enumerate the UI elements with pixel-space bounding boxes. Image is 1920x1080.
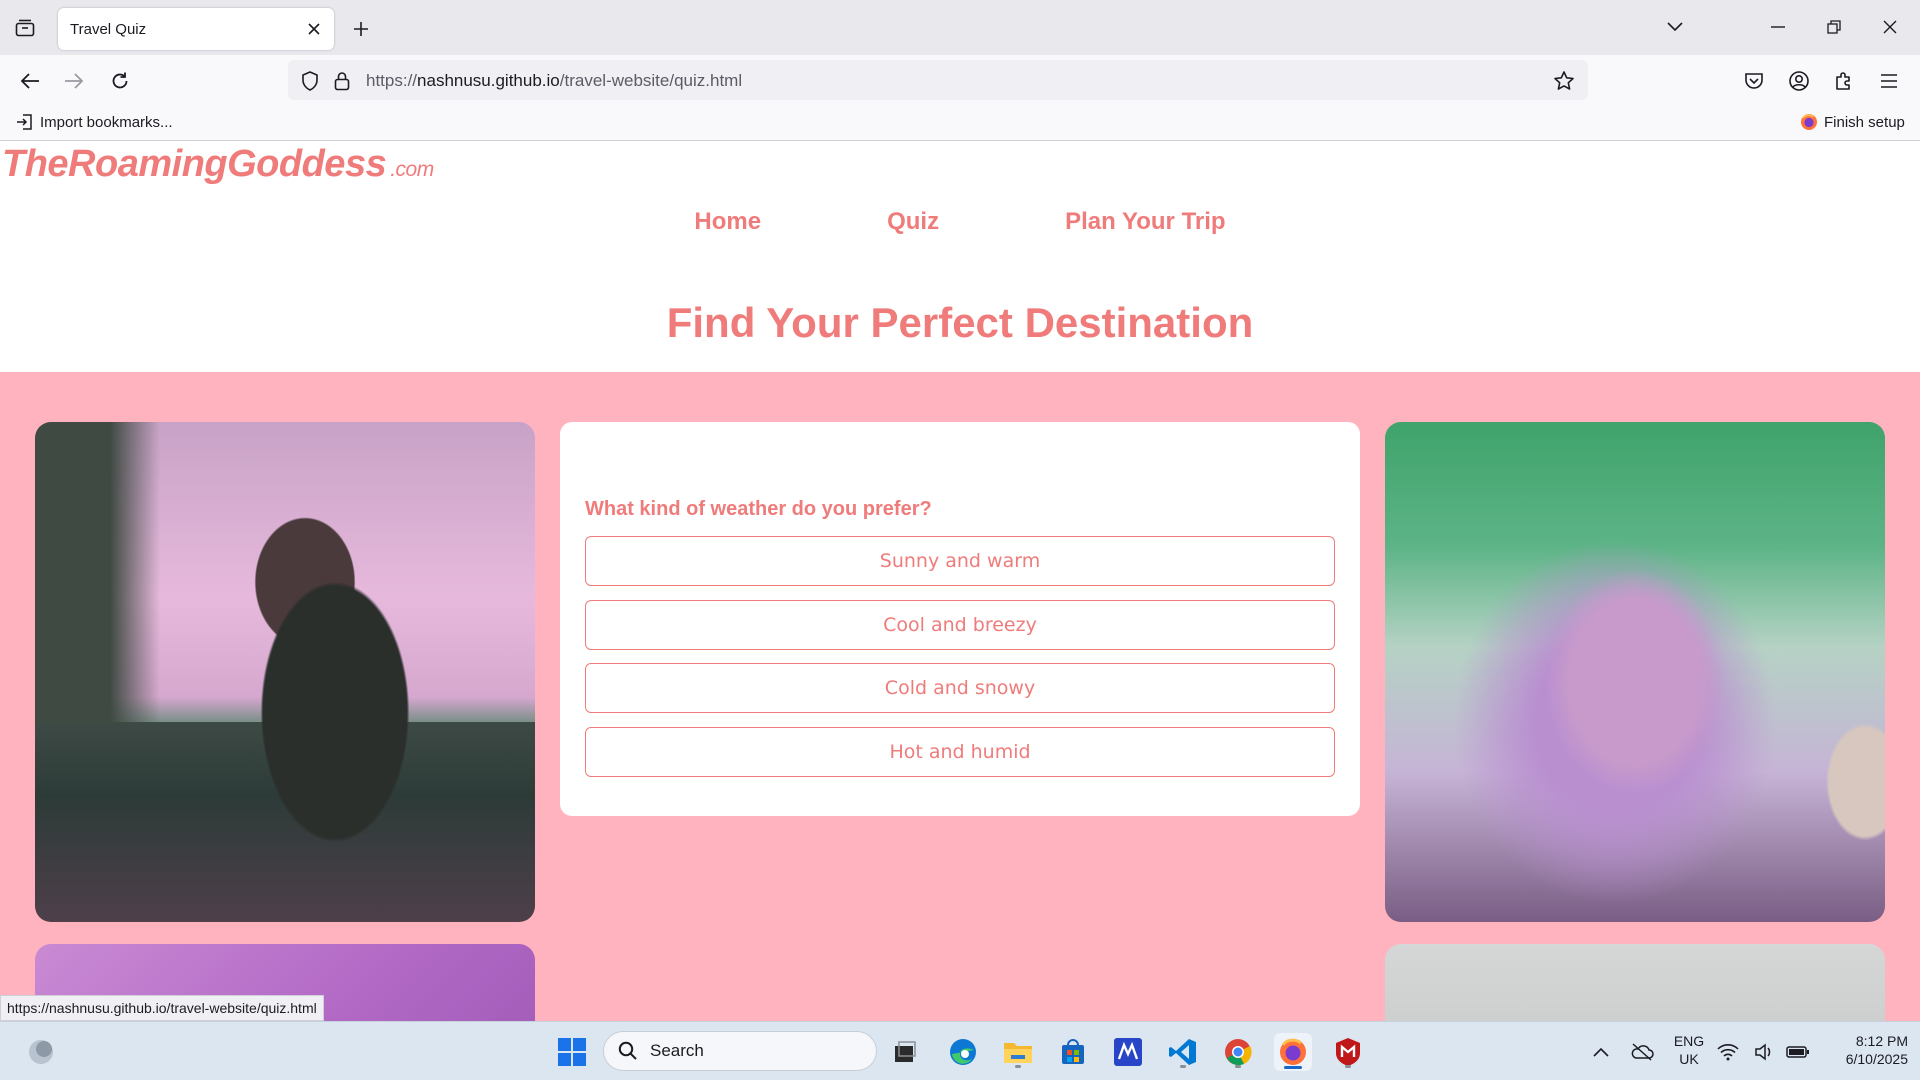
list-all-tabs-icon[interactable]: [1657, 12, 1693, 42]
logo-text: TheRoamingGoddess: [2, 143, 387, 185]
close-window-icon[interactable]: [1872, 12, 1908, 42]
reload-icon[interactable]: [104, 65, 136, 97]
address-bar[interactable]: https://nashnusu.github.io/travel-websit…: [288, 60, 1588, 100]
app-m-icon[interactable]: [1109, 1033, 1147, 1071]
search-placeholder: Search: [650, 1041, 704, 1060]
tab-bar: Travel Quiz: [0, 0, 1920, 55]
finish-setup-label: Finish setup: [1824, 113, 1905, 131]
clock-date: 6/10/2025: [1845, 1051, 1908, 1067]
quiz-section: What kind of weather do you prefer? Sunn…: [0, 372, 1920, 1021]
task-view-icon[interactable]: [886, 1033, 924, 1071]
chrome-icon[interactable]: [1219, 1033, 1257, 1071]
start-icon[interactable]: [553, 1033, 591, 1071]
site-logo[interactable]: TheRoamingGoddess .com: [2, 143, 434, 186]
search-icon: [618, 1041, 637, 1060]
minimize-icon[interactable]: [1760, 12, 1796, 42]
active-indicator: [1284, 1066, 1302, 1069]
active-tab[interactable]: Travel Quiz: [58, 8, 334, 50]
shield-icon[interactable]: [298, 69, 322, 93]
option-sunny-warm-button[interactable]: Sunny and warm: [585, 536, 1335, 586]
running-indicator: [1015, 1065, 1021, 1068]
page-title: Find Your Perfect Destination: [666, 299, 1254, 346]
photo-color-festival: [1385, 422, 1885, 922]
photo-grey: [1385, 944, 1885, 1021]
running-indicator: [1180, 1065, 1186, 1068]
firefox-taskbar-icon[interactable]: [1274, 1033, 1312, 1071]
url-host: nashnusu.github.io: [417, 71, 560, 90]
quiz-question: What kind of weather do you prefer?: [585, 498, 932, 520]
forward-arrow-icon[interactable]: [58, 65, 90, 97]
quiz-card: What kind of weather do you prefer? Sunn…: [560, 422, 1360, 816]
taskbar-search-input[interactable]: Search: [603, 1031, 877, 1071]
onedrive-offline-icon[interactable]: [1623, 1033, 1661, 1071]
language-code: ENG: [1673, 1033, 1705, 1049]
running-indicator: [1345, 1065, 1351, 1068]
nav-quiz-link[interactable]: Quiz: [887, 208, 939, 236]
firefox-icon: [1801, 114, 1817, 130]
option-hot-humid-button[interactable]: Hot and humid: [585, 727, 1335, 777]
running-indicator: [1235, 1065, 1241, 1068]
battery-icon[interactable]: [1784, 1033, 1812, 1071]
import-bookmarks-item[interactable]: Import bookmarks...: [16, 113, 173, 131]
nav-plan-trip-link[interactable]: Plan Your Trip: [1065, 208, 1225, 236]
import-icon: [17, 114, 32, 130]
nav-home-link[interactable]: Home: [694, 208, 761, 236]
logo-suffix: .com: [390, 158, 434, 181]
pocket-icon[interactable]: [1738, 65, 1770, 97]
option-cold-snowy-button[interactable]: Cold and snowy: [585, 663, 1335, 713]
clock[interactable]: 8:12 PM 6/10/2025: [1822, 1032, 1908, 1068]
taskbar: Search ENG UK 8:12 PM 6/10/2025: [0, 1021, 1920, 1080]
keyboard-layout: UK: [1679, 1051, 1699, 1067]
volume-icon[interactable]: [1752, 1033, 1776, 1071]
show-hidden-icons-icon[interactable]: [1582, 1033, 1620, 1071]
edge-icon[interactable]: [944, 1033, 982, 1071]
file-explorer-icon[interactable]: [999, 1033, 1037, 1071]
widgets-icon[interactable]: [22, 1033, 60, 1071]
url-text[interactable]: https://nashnusu.github.io/travel-websit…: [366, 71, 742, 91]
import-bookmarks-label: Import bookmarks...: [40, 113, 173, 131]
back-arrow-icon[interactable]: [14, 65, 46, 97]
restore-icon[interactable]: [1816, 12, 1852, 42]
bookmarks-toolbar: Import bookmarks... Finish setup: [0, 106, 1920, 141]
tab-list-icon[interactable]: [10, 14, 40, 42]
menu-icon[interactable]: [1873, 65, 1905, 97]
clock-time: 8:12 PM: [1855, 1033, 1908, 1049]
mcafee-icon[interactable]: [1329, 1033, 1367, 1071]
new-tab-icon[interactable]: [346, 14, 376, 44]
web-page: TheRoamingGoddess .com Home Quiz Plan You…: [0, 141, 1920, 1021]
navigation-toolbar: https://nashnusu.github.io/travel-websit…: [0, 55, 1920, 106]
tab-title: Travel Quiz: [70, 20, 147, 38]
url-path: /travel-website/quiz.html: [559, 71, 743, 90]
url-prefix: https://: [366, 71, 418, 90]
site-nav: Home Quiz Plan Your Trip: [0, 208, 1920, 236]
close-tab-icon[interactable]: [302, 17, 326, 41]
wifi-icon[interactable]: [1716, 1033, 1740, 1071]
option-cool-breezy-button[interactable]: Cool and breezy: [585, 600, 1335, 650]
lock-icon[interactable]: [330, 69, 354, 93]
store-icon[interactable]: [1054, 1033, 1092, 1071]
account-icon[interactable]: [1783, 65, 1815, 97]
extensions-icon[interactable]: [1828, 65, 1860, 97]
status-url-tooltip: https://nashnusu.github.io/travel-websit…: [0, 995, 324, 1021]
finish-setup-item[interactable]: Finish setup: [1800, 113, 1905, 131]
photo-woman-coast: [35, 422, 535, 922]
vscode-icon[interactable]: [1164, 1033, 1202, 1071]
bookmark-star-icon[interactable]: [1552, 69, 1576, 93]
language-indicator[interactable]: ENG UK: [1666, 1032, 1712, 1068]
